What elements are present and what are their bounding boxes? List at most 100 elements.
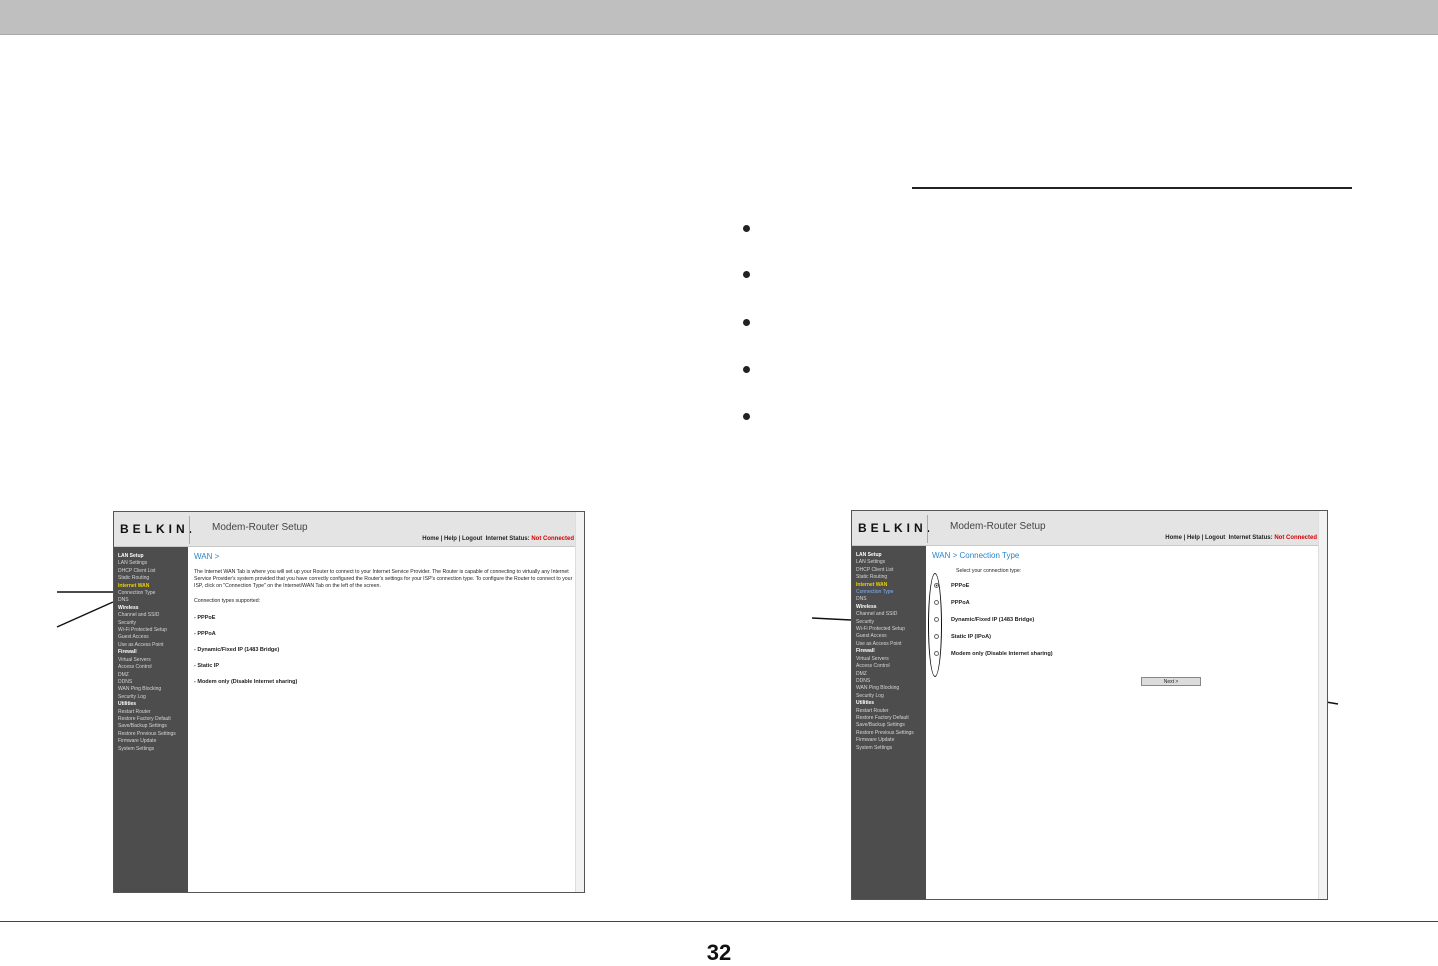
scrollbar[interactable]: [575, 512, 584, 892]
connection-type-option[interactable]: PPPoA: [934, 594, 1317, 611]
sidebar-item[interactable]: Wi-Fi Protected Setup: [118, 627, 188, 634]
scrollbar[interactable]: [1318, 511, 1327, 899]
sidebar-item[interactable]: Static Routing: [856, 574, 926, 581]
sidebar-item[interactable]: System Settings: [118, 746, 188, 753]
sidebar-item[interactable]: WAN Ping Blocking: [856, 685, 926, 692]
sidebar-item[interactable]: DHCP Client List: [856, 567, 926, 574]
sidebar-section-header: LAN Setup: [118, 553, 144, 559]
router-header: BELKIN. Modem-Router Setup Home | Help |…: [852, 511, 1327, 546]
sidebar-item[interactable]: Restore Factory Default: [118, 716, 188, 723]
next-button[interactable]: Next >: [1141, 677, 1201, 686]
sidebar-item[interactable]: DHCP Client List: [118, 568, 188, 575]
main-content: WAN > The Internet WAN Tab is where you …: [194, 552, 574, 685]
internet-status-value: Not Connected: [531, 536, 574, 542]
sidebar-item[interactable]: Connection Type: [856, 589, 926, 596]
sidebar-item[interactable]: DDNS: [118, 679, 188, 686]
internet-status-label: Internet Status:: [1228, 535, 1273, 541]
help-link[interactable]: Help: [1187, 535, 1200, 541]
callout-line: [56, 601, 114, 628]
sidebar-section-header: Wireless: [856, 603, 877, 610]
screenshot-connection-type: BELKIN. Modem-Router Setup Home | Help |…: [851, 510, 1328, 900]
app-title: Modem-Router Setup: [950, 521, 1046, 532]
connection-types-list: - PPPoE - PPPoA - Dynamic/Fixed IP (1483 B…: [194, 615, 574, 685]
router-header: BELKIN. Modem-Router Setup Home | Help |…: [114, 512, 584, 547]
top-links: Home | Help | Logout Internet Status: No…: [1165, 535, 1317, 541]
sidebar-item[interactable]: Restore Previous Settings: [856, 730, 926, 737]
option-label: PPPoA: [951, 599, 970, 606]
intro-paragraph: The Internet WAN Tab is where you will s…: [194, 569, 573, 589]
highlight-ellipse: [928, 573, 942, 677]
sidebar-item[interactable]: Restart Router: [856, 708, 926, 715]
help-link[interactable]: Help: [444, 536, 457, 542]
sidebar-item[interactable]: Security: [118, 620, 188, 627]
sidebar-item[interactable]: LAN Settings: [118, 560, 188, 567]
sidebar-item[interactable]: Channel and SSID: [118, 612, 188, 619]
sidebar-item[interactable]: DMZ: [118, 672, 188, 679]
sidebar-section-header: Utilities: [118, 701, 137, 708]
belkin-logo: BELKIN.: [120, 522, 196, 536]
home-link[interactable]: Home: [1165, 535, 1182, 541]
connection-type-option[interactable]: Static IP (IPoA): [934, 628, 1317, 645]
app-title: Modem-Router Setup: [212, 522, 308, 533]
select-label: Select your connection type:: [956, 568, 1022, 574]
sidebar-item[interactable]: Security: [856, 619, 926, 626]
sidebar-nav: LAN Setup LAN Settings DHCP Client List Sta…: [114, 547, 188, 892]
option-label: PPPoE: [951, 582, 970, 589]
sidebar-item[interactable]: WAN Ping Blocking: [118, 686, 188, 693]
content-title: WAN >: [194, 552, 220, 561]
sidebar-item[interactable]: Restore Previous Settings: [118, 731, 188, 738]
sidebar-item[interactable]: DDNS: [856, 678, 926, 685]
option-label: Modem only (Disable Internet sharing): [951, 650, 1053, 657]
sidebar-item[interactable]: DMZ: [856, 671, 926, 678]
header-separator: [189, 516, 190, 544]
sidebar-item[interactable]: Security Log: [856, 693, 926, 700]
belkin-logo: BELKIN.: [858, 521, 934, 535]
sidebar-item[interactable]: Internet WAN: [118, 583, 188, 590]
internet-status-value: Not Connected: [1274, 535, 1317, 541]
connection-type-item: - Dynamic/Fixed IP (1483 Bridge): [194, 647, 280, 653]
sidebar-section-header: Utilities: [856, 700, 875, 707]
sidebar-item[interactable]: Restart Router: [118, 709, 188, 716]
sidebar-item[interactable]: Firmware Update: [118, 738, 188, 745]
sidebar-item[interactable]: DNS: [118, 597, 188, 604]
sidebar-item[interactable]: Save/Backup Settings: [856, 722, 926, 729]
sidebar-item[interactable]: Use as Access Point: [118, 642, 188, 649]
sidebar-item[interactable]: Guest Access: [118, 634, 188, 641]
connection-type-item: - Static IP: [194, 663, 220, 669]
sidebar-item[interactable]: Save/Backup Settings: [118, 723, 188, 730]
sidebar-item[interactable]: Internet WAN: [856, 582, 926, 589]
sidebar-item[interactable]: System Settings: [856, 745, 926, 752]
page-number: 32: [706, 940, 732, 965]
sidebar-item[interactable]: Access Control: [118, 664, 188, 671]
header-separator: [927, 515, 928, 543]
logout-link[interactable]: Logout: [462, 536, 482, 542]
sidebar-section-header: LAN Setup: [856, 552, 882, 558]
connection-type-option[interactable]: Dynamic/Fixed IP (1483 Bridge): [934, 611, 1317, 628]
sidebar-item[interactable]: Virtual Servers: [856, 656, 926, 663]
sidebar-item[interactable]: Channel and SSID: [856, 611, 926, 618]
sidebar-item[interactable]: LAN Settings: [856, 559, 926, 566]
logout-link[interactable]: Logout: [1205, 535, 1225, 541]
sidebar-item[interactable]: Restore Factory Default: [856, 715, 926, 722]
sidebar-item[interactable]: Access Control: [856, 663, 926, 670]
sidebar-item[interactable]: DNS: [856, 596, 926, 603]
connection-type-item: - PPPoA: [194, 631, 216, 637]
content-title: WAN > Connection Type: [932, 551, 1020, 560]
top-links: Home | Help | Logout Internet Status: No…: [422, 536, 574, 542]
sidebar-item[interactable]: Guest Access: [856, 633, 926, 640]
sidebar-section-header: Wireless: [118, 604, 139, 611]
screenshot-wan-overview: BELKIN. Modem-Router Setup Home | Help |…: [113, 511, 585, 893]
sidebar-item[interactable]: Use as Access Point: [856, 641, 926, 648]
sidebar-item[interactable]: Connection Type: [118, 590, 188, 597]
sidebar-section-header: Firewall: [118, 649, 137, 656]
connection-type-option[interactable]: Modem only (Disable Internet sharing): [934, 645, 1317, 662]
sidebar-item[interactable]: Security Log: [118, 694, 188, 701]
sidebar-item[interactable]: Static Routing: [118, 575, 188, 582]
sidebar-item[interactable]: Wi-Fi Protected Setup: [856, 626, 926, 633]
home-link[interactable]: Home: [422, 536, 439, 542]
sidebar-item[interactable]: Virtual Servers: [118, 657, 188, 664]
sidebar-item[interactable]: Firmware Update: [856, 737, 926, 744]
connection-type-item: - Modem only (Disable Internet sharing): [194, 679, 298, 685]
connection-type-option[interactable]: PPPoE: [934, 577, 1317, 594]
sidebar-section-header: Firewall: [856, 648, 875, 655]
